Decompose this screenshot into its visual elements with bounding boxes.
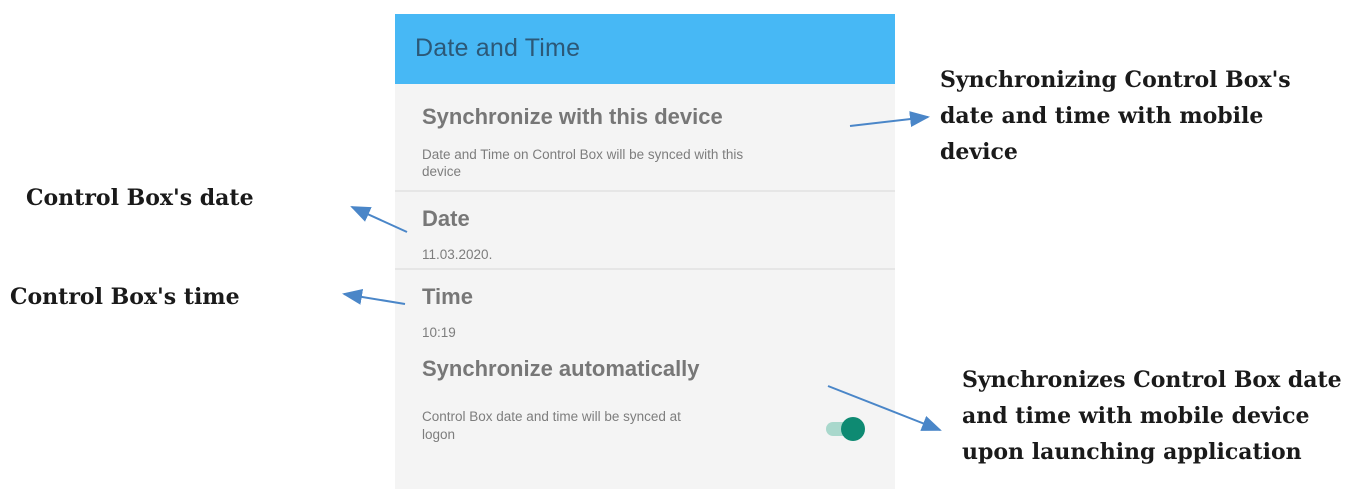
annotation-line: date and time with mobile [940,103,1264,129]
arrow-time [342,289,406,305]
annotation-line: Synchronizes Control Box date [962,367,1342,393]
annotation-sync-device: Synchronizing Control Box's date and tim… [940,62,1291,170]
annotation-time: Control Box's time [10,284,240,310]
arrow-sync-auto [827,385,942,431]
arrow-sync-device [849,111,930,128]
arrow-date [350,206,408,233]
annotation-line: upon launching application [962,439,1302,465]
annotation-date: Control Box's date [26,185,254,211]
annotation-line: and time with mobile device [962,403,1310,429]
annotation-sync-auto: Synchronizes Control Box date and time w… [962,362,1342,470]
screenshot-root: Date and Time Synchronize with this devi… [0,0,1360,489]
annotation-line: device [940,139,1018,165]
annotation-line: Synchronizing Control Box's [940,67,1291,93]
